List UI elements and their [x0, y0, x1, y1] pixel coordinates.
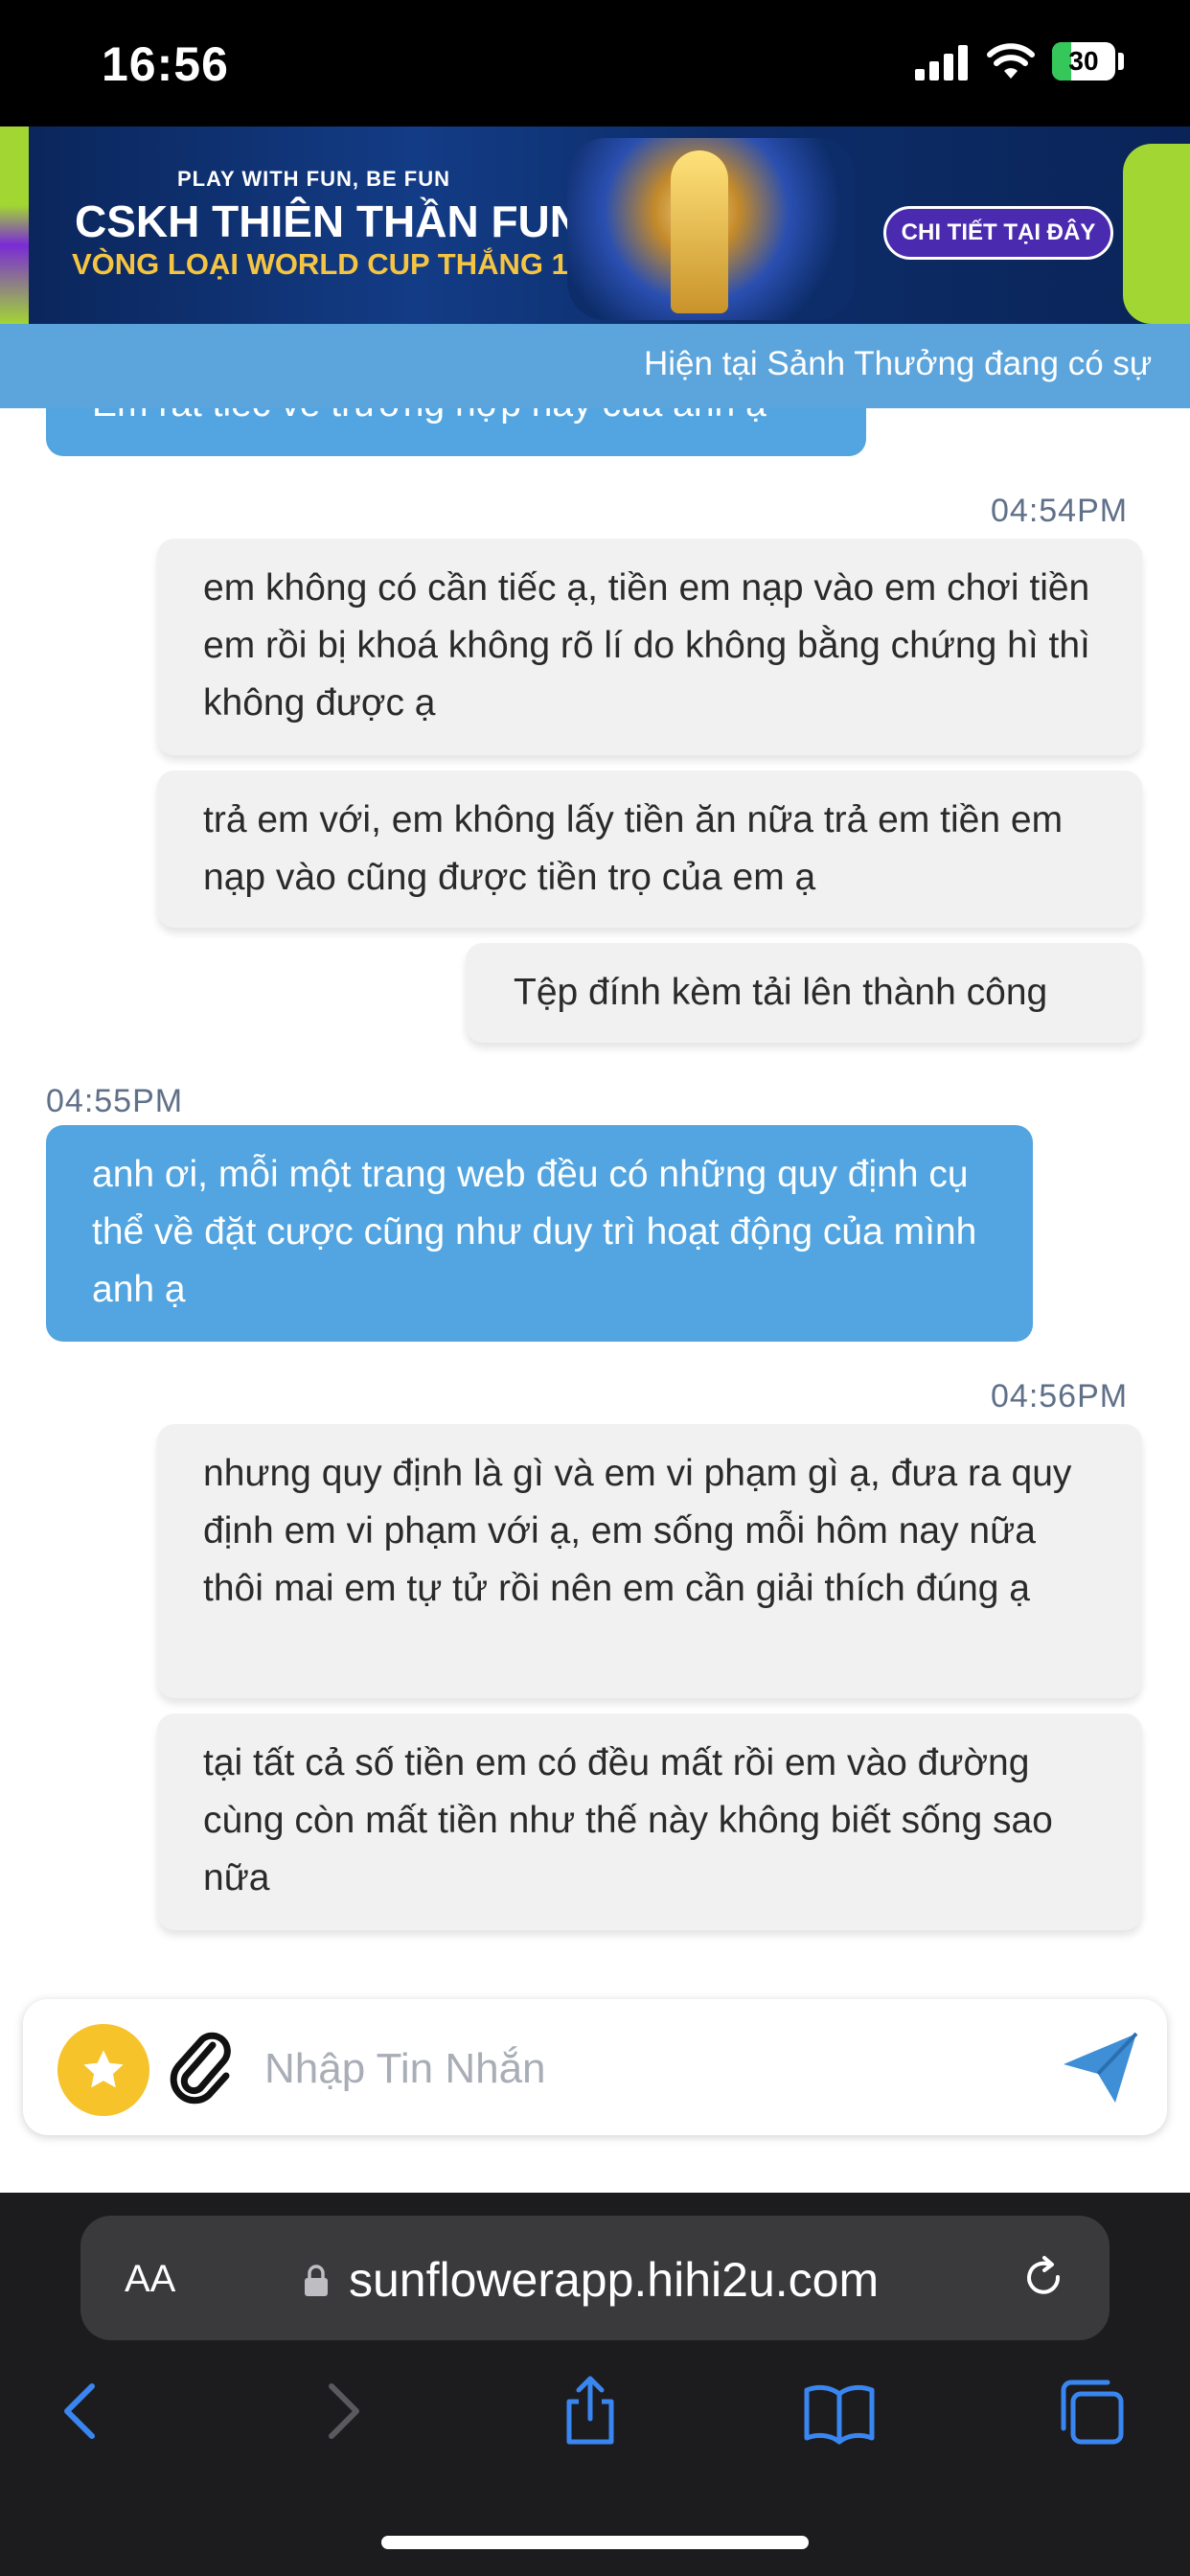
back-icon[interactable]: [44, 2373, 121, 2450]
user-message: trả em với, em không lấy tiền ăn nữa trả…: [157, 770, 1142, 928]
star-icon: [83, 2050, 124, 2088]
battery-cap: [1118, 53, 1124, 70]
user-message: em không có cần tiếc ạ, tiền em nạp vào …: [157, 539, 1142, 755]
bookmarks-icon[interactable]: [801, 2373, 878, 2450]
reload-icon[interactable]: [1019, 2254, 1067, 2302]
message-text: em không có cần tiếc ạ, tiền em nạp vào …: [203, 567, 1090, 724]
battery-icon: 30: [1052, 42, 1115, 80]
battery-level: 30: [1068, 46, 1099, 76]
message-timestamp: 04:54PM: [991, 493, 1129, 529]
promo-banner[interactable]: PLAY WITH FUN, BE FUN CSKH THIÊN THẦN FU…: [0, 126, 1190, 324]
message-text: tại tất cả số tiền em có đều mất rồi em …: [203, 1742, 1053, 1898]
tabs-icon[interactable]: [1054, 2373, 1131, 2450]
share-icon[interactable]: [552, 2373, 629, 2450]
paperclip-icon[interactable]: [169, 2028, 236, 2108]
aa-label: AA: [125, 2258, 176, 2300]
agent-message: anh ơi, mỗi một trang web đều có những q…: [46, 1125, 1033, 1342]
message-text: Em rất tiếc về trường hợp này của anh ạ: [92, 408, 767, 425]
marquee-text: Hiện tại Sảnh Thưởng đang có sự: [644, 345, 1153, 382]
message-input[interactable]: [263, 2037, 1033, 2101]
message-text: Tệp đính kèm tải lên thành công: [514, 972, 1048, 1013]
trophy-image: [671, 150, 728, 313]
banner-left-strip: [0, 126, 29, 324]
user-message: nhưng quy định là gì và em vi phạm gì ạ,…: [157, 1424, 1142, 1698]
send-icon[interactable]: [1060, 2030, 1140, 2106]
status-bar: 16:56 30: [0, 0, 1190, 126]
wifi-icon: [987, 43, 1035, 79]
message-text: trả em với, em không lấy tiền ăn nữa trả…: [203, 799, 1064, 898]
announcement-marquee: Hiện tại Sảnh Thưởng đang có sự: [0, 324, 1190, 408]
rating-button[interactable]: [57, 2024, 149, 2116]
banner-logo: [1123, 144, 1190, 324]
forward-icon[interactable]: [303, 2373, 379, 2450]
agent-message: Em rất tiếc về trường hợp này của anh ạ: [46, 408, 866, 456]
url-text: sunflowerapp.hihi2u.com: [349, 2253, 880, 2307]
attachment-status-message: Tệp đính kèm tải lên thành công: [466, 943, 1142, 1043]
message-text: nhưng quy định là gì và em vi phạm gì ạ,…: [203, 1453, 1072, 1609]
message-composer: [23, 1999, 1167, 2135]
banner-tagline: PLAY WITH FUN, BE FUN: [177, 167, 451, 191]
lock-icon: [305, 2265, 328, 2296]
signal-icon: [915, 44, 969, 80]
home-indicator[interactable]: [381, 2536, 809, 2549]
message-text: anh ơi, mỗi một trang web đều có những q…: [92, 1154, 977, 1310]
message-timestamp: 04:55PM: [46, 1083, 184, 1119]
clock: 16:56: [102, 37, 229, 91]
chat-area[interactable]: Em rất tiếc về trường hợp này của anh ạ …: [0, 408, 1190, 1999]
user-message: tại tất cả số tiền em có đều mất rồi em …: [157, 1714, 1142, 1930]
message-timestamp: 04:56PM: [991, 1378, 1129, 1414]
reader-settings-button[interactable]: AA: [125, 2258, 175, 2301]
browser-toolbar: AA sunflowerapp.hihi2u.com: [0, 2193, 1190, 2576]
address-bar[interactable]: AA sunflowerapp.hihi2u.com: [80, 2216, 1110, 2340]
banner-cta-button[interactable]: CHI TIẾT TẠI ĐÂY: [883, 206, 1113, 260]
banner-title: CSKH THIÊN THẦN FUN88: [75, 196, 631, 246]
